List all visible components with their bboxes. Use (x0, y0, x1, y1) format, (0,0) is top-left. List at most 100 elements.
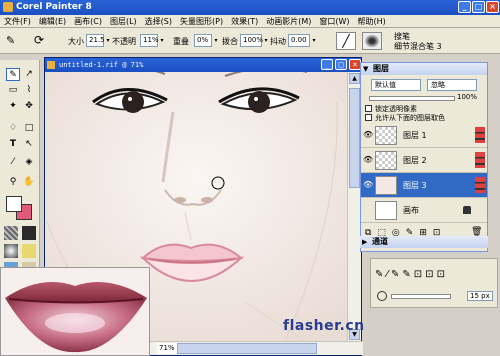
paint-bucket-icon[interactable]: ◈ (22, 156, 36, 169)
layer-thumbnail (375, 151, 397, 170)
jitter-field[interactable]: 0.00 (288, 34, 310, 47)
app-title-bar: Corel Painter 8 _ □ × (0, 0, 500, 15)
opacity-field[interactable]: 11% (140, 34, 159, 47)
layer-row-3[interactable]: 👁 图层 3 (361, 173, 487, 198)
layer-row-canvas[interactable]: 画布 (361, 198, 487, 223)
size-field[interactable]: 21.5 (86, 34, 105, 47)
stroke-type-icon[interactable]: ⟳ (34, 33, 44, 47)
main-color-swatch[interactable] (6, 196, 22, 212)
watermark: flasher.cn (283, 318, 365, 334)
scroll-up-icon[interactable]: ▲ (349, 73, 360, 84)
pick-up-color-checkbox[interactable] (365, 114, 372, 121)
brush-stroke-preview-icon[interactable]: ╱ (336, 32, 356, 50)
bleed-label: 拨合 (222, 37, 238, 46)
layer-name: 图层 3 (403, 181, 427, 190)
maximize-button[interactable]: □ (472, 1, 485, 13)
layer-effects-icon (475, 127, 485, 143)
pen-icon[interactable]: ♢ (6, 122, 20, 135)
document-icon (47, 61, 55, 69)
document-title-bar: untitled-1.rif @ 71% _ □ × (45, 58, 361, 72)
brush-tool-icon[interactable]: ✎ (6, 34, 15, 47)
layer-name: 图层 2 (403, 156, 427, 165)
layer-row-2[interactable]: 👁 图层 2 (361, 148, 487, 173)
composite-depth-select[interactable]: 忽略 (427, 79, 477, 91)
eyedropper-icon[interactable]: ⁄ (6, 156, 20, 169)
brush-dab-preview-icon[interactable] (362, 32, 382, 50)
channels-panel: ▶ 通道 (360, 236, 488, 256)
layers-panel-header[interactable]: ▼ 图层 (361, 63, 487, 75)
size-label: 大小 (68, 37, 84, 46)
lips-reference-photo (0, 267, 150, 356)
menu-canvas[interactable]: 画布(C) (70, 15, 106, 28)
zoom-level[interactable]: 71% (157, 343, 177, 354)
layer-name: 画布 (403, 206, 419, 215)
grabber-hand-icon[interactable]: ✋ (22, 176, 36, 189)
menu-effects[interactable]: 效果(T) (227, 15, 262, 28)
brush-icon[interactable]: ✎ (6, 68, 20, 81)
opacity-slider[interactable] (369, 96, 455, 101)
layers-panel-title: 图层 (373, 64, 389, 73)
lasso-icon[interactable]: ⌇ (22, 84, 36, 97)
brush-variant[interactable]: 细节混合笔 3 (394, 41, 442, 52)
menu-edit[interactable]: 编辑(E) (35, 15, 70, 28)
lock-icon (463, 206, 471, 214)
doc-maximize-button[interactable]: □ (335, 59, 347, 70)
expand-triangle-icon[interactable]: ▶ (362, 236, 367, 248)
preserve-transparency-checkbox[interactable] (365, 105, 372, 112)
resat-field[interactable]: 0% (194, 34, 212, 47)
resat-label: 重叠 (173, 37, 189, 46)
minimize-button[interactable]: _ (458, 1, 471, 13)
document-title: untitled-1.rif @ 71% (59, 61, 144, 69)
close-button[interactable]: × (486, 1, 499, 13)
size-preview-icon (377, 291, 387, 301)
collapse-triangle-icon[interactable]: ▼ (363, 63, 368, 75)
composite-method-select[interactable]: 默认值 (371, 79, 421, 91)
layer-effects-icon (475, 177, 485, 193)
visibility-eye-icon[interactable]: 👁 (363, 130, 373, 139)
shape-select-icon[interactable]: ↖ (22, 138, 36, 151)
magic-wand-icon[interactable]: ✦ (6, 100, 20, 113)
doc-minimize-button[interactable]: _ (321, 59, 333, 70)
pattern-selector-icon[interactable] (4, 244, 18, 258)
bleed-field[interactable]: 100% (240, 34, 263, 47)
size-dropdown-icon[interactable]: ▾ (104, 34, 112, 47)
visibility-eye-icon[interactable]: 👁 (363, 155, 373, 164)
layer-name: 图层 1 (403, 131, 427, 140)
bleed-dropdown-icon[interactable]: ▾ (262, 34, 270, 47)
menu-select[interactable]: 选择(S) (141, 15, 176, 28)
app-title: Corel Painter 8 (16, 2, 92, 12)
menu-bar: 文件(F) 编辑(E) 画布(C) 图层(L) 选择(S) 矢量图形(P) 效果(T) 动画影… (0, 15, 500, 28)
layers-panel: ▼ 图层 默认值 忽略 100% 锁定透明像素 允许从下面的图层取色 👁 图层 … (360, 62, 488, 252)
jitter-dropdown-icon[interactable]: ▾ (310, 34, 318, 47)
rectangle-shape-icon[interactable]: □ (22, 122, 36, 135)
rect-select-icon[interactable]: ▭ (6, 84, 20, 97)
dropper-brush-icon[interactable]: ↗ (22, 68, 36, 81)
visibility-eye-icon[interactable]: 👁 (363, 180, 373, 189)
layer-thumbnail (375, 176, 397, 195)
move-icon[interactable]: ✥ (22, 100, 36, 113)
menu-file[interactable]: 文件(F) (0, 15, 35, 28)
menu-window[interactable]: 窗口(W) (315, 15, 353, 28)
text-icon[interactable]: T (6, 138, 20, 151)
menu-movie[interactable]: 动画影片(M) (262, 15, 315, 28)
size-slider[interactable] (391, 294, 451, 299)
channels-panel-header[interactable]: ▶ 通道 (360, 236, 488, 248)
scroll-thumb[interactable] (349, 88, 360, 188)
resat-dropdown-icon[interactable]: ▾ (212, 34, 220, 47)
paper-selector-icon[interactable] (4, 226, 18, 240)
menu-help[interactable]: 帮助(H) (354, 15, 390, 28)
layer-row-1[interactable]: 👁 图层 1 (361, 123, 487, 148)
layer-opacity-value[interactable]: 100% (457, 93, 477, 101)
opacity-dropdown-icon[interactable]: ▾ (158, 34, 166, 47)
gradient-selector-icon[interactable] (22, 226, 36, 240)
brush-control-icons[interactable]: ✎⁄✎✎⊡⊡⊡ (375, 269, 448, 280)
menu-layers[interactable]: 图层(L) (106, 15, 141, 28)
menu-shapes[interactable]: 矢量图形(P) (176, 15, 227, 28)
layer-thumbnail (375, 126, 397, 145)
magnifier-icon[interactable]: ⚲ (6, 176, 20, 189)
size-field-panel[interactable]: 15 px (467, 291, 493, 301)
vertical-scrollbar[interactable]: ▲ ▼ (347, 72, 361, 341)
h-scroll-thumb[interactable] (177, 343, 317, 354)
weaving-selector-icon[interactable] (22, 244, 36, 258)
layer-thumbnail (375, 201, 397, 220)
